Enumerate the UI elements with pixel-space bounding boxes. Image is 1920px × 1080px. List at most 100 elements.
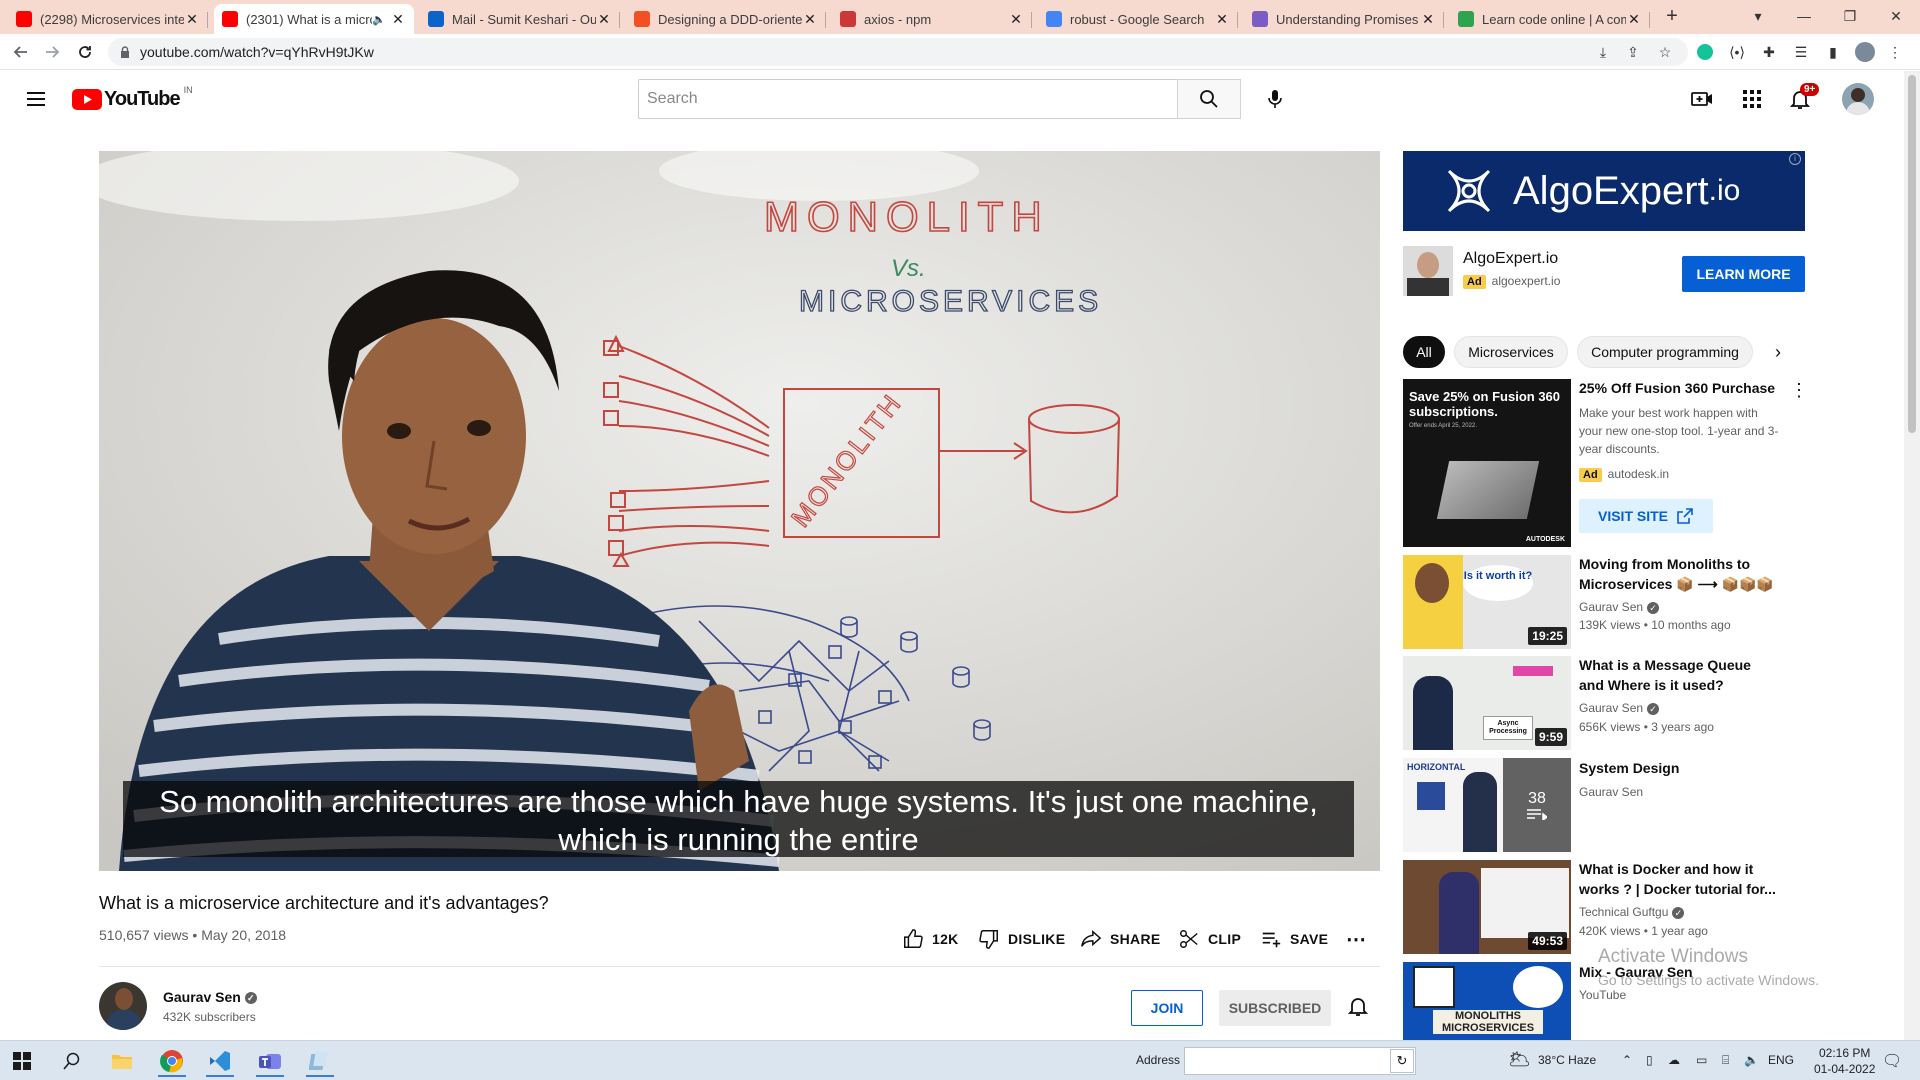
minimize-button[interactable]: —	[1781, 0, 1827, 32]
close-tab-icon[interactable]: ✕	[1626, 11, 1642, 28]
chip-microservices[interactable]: Microservices	[1454, 336, 1568, 368]
weather-icon[interactable]: 🌥	[1508, 1049, 1531, 1070]
page-scrollbar-thumb[interactable]	[1908, 75, 1916, 433]
video-channel[interactable]: Technical Guftgu ✓	[1579, 905, 1685, 919]
weather-text[interactable]: 38°C Haze	[1538, 1053, 1596, 1067]
voice-search-button[interactable]	[1257, 81, 1293, 117]
video-channel[interactable]: Gaurav Sen	[1579, 785, 1643, 799]
video-thumbnail[interactable]: Async Processing 9:59	[1403, 656, 1571, 750]
more-actions-icon[interactable]: ⋯	[1346, 926, 1366, 952]
video-title-link[interactable]: What is Docker and how it works ? | Dock…	[1579, 859, 1779, 899]
join-button[interactable]: JOIN	[1131, 990, 1203, 1026]
url-bar[interactable]: youtube.com/watch?v=qYhRvH9tJKw	[108, 38, 1688, 66]
tray-overflow-chevron-icon[interactable]: ⌃	[1622, 1053, 1632, 1067]
browser-tab[interactable]: robust - Google Search ✕	[1038, 4, 1238, 34]
video-channel[interactable]: YouTube	[1579, 988, 1626, 1002]
address-go-icon[interactable]: ↻	[1390, 1049, 1414, 1073]
volume-icon[interactable]: 🔈	[1744, 1053, 1759, 1067]
new-tab-button[interactable]: +	[1656, 0, 1688, 32]
browser-tab[interactable]: axios - npm ✕	[832, 4, 1032, 34]
video-thumbnail[interactable]: Is it worth it? 19:25	[1403, 555, 1571, 649]
learn-more-button[interactable]: LEARN MORE	[1682, 256, 1805, 292]
tray-device-icon[interactable]: ▯	[1646, 1053, 1653, 1067]
close-tab-icon[interactable]: ✕	[184, 11, 200, 28]
channel-avatar[interactable]	[99, 982, 147, 1030]
account-avatar[interactable]	[1842, 83, 1874, 115]
windows-start-icon[interactable]	[2, 1045, 42, 1077]
create-video-icon[interactable]	[1690, 87, 1714, 116]
grammarly-extension-icon[interactable]	[1695, 42, 1715, 62]
browser-tab[interactable]: (2301) What is a micro 🔈 ✕	[214, 4, 414, 34]
browser-tab[interactable]: Learn code online | A com ✕	[1450, 4, 1650, 34]
share-button[interactable]: SHARE	[1080, 926, 1161, 952]
profile-avatar-icon[interactable]	[1855, 42, 1875, 62]
promo-title[interactable]: 25% Off Fusion 360 Purchase	[1579, 378, 1779, 398]
visit-site-button[interactable]: VISIT SITE	[1579, 499, 1713, 533]
chip-computer-programming[interactable]: Computer programming	[1577, 336, 1753, 368]
close-tab-icon[interactable]: ✕	[1008, 11, 1024, 28]
notification-bell-icon[interactable]	[1346, 994, 1370, 1023]
video-title-link[interactable]: System Design	[1579, 758, 1779, 778]
close-tab-icon[interactable]: ✕	[1214, 11, 1230, 28]
video-channel[interactable]: Gaurav Sen ✓	[1579, 600, 1660, 614]
browser-tab[interactable]: (2298) Microservices interv ✕	[8, 4, 208, 34]
video-channel-name[interactable]: Technical Guftgu	[1579, 905, 1668, 919]
language-indicator[interactable]: ENG	[1768, 1053, 1794, 1067]
video-channel[interactable]: Gaurav Sen ✓	[1579, 701, 1660, 715]
video-title-link[interactable]: What is a Message Queue and Where is it …	[1579, 655, 1779, 695]
tab-audio-icon[interactable]: 🔈	[372, 13, 386, 26]
like-button[interactable]: 12K	[902, 926, 959, 952]
chip-all[interactable]: All	[1403, 336, 1445, 368]
hamburger-menu-icon[interactable]	[24, 87, 48, 111]
chips-next-chevron-icon[interactable]: ›	[1775, 342, 1781, 363]
close-tab-icon[interactable]: ✕	[802, 11, 818, 28]
dislike-button[interactable]: DISLIKE	[978, 926, 1065, 952]
forward-arrow-icon[interactable]	[40, 40, 64, 64]
notification-center-icon[interactable]: 🗨	[1882, 1051, 1902, 1071]
install-app-icon[interactable]: ⤓	[1593, 42, 1613, 62]
reading-list-icon[interactable]: ☰	[1791, 42, 1811, 62]
promo-more-icon[interactable]: ⋮	[1790, 380, 1808, 401]
channel-name-text[interactable]: Gaurav Sen	[163, 989, 241, 1005]
playlist-thumbnail[interactable]: HORIZONTAL 38	[1403, 758, 1571, 852]
network-icon[interactable]: ⌸	[1722, 1053, 1729, 1068]
save-button[interactable]: SAVE	[1260, 926, 1328, 952]
taskbar-search-icon[interactable]	[52, 1045, 92, 1077]
close-tab-icon[interactable]: ✕	[390, 11, 406, 28]
subscribed-button[interactable]: SUBSCRIBED	[1219, 990, 1331, 1026]
restore-button[interactable]: ❐	[1827, 0, 1873, 32]
youtube-logo[interactable]: YouTube IN	[72, 85, 193, 110]
bookmark-star-icon[interactable]: ☆	[1655, 42, 1675, 62]
advertiser-name[interactable]: AlgoExpert.io	[1463, 250, 1558, 268]
channel-name[interactable]: Gaurav Sen ✓	[163, 989, 257, 1005]
reload-icon[interactable]	[73, 40, 97, 64]
video-thumbnail[interactable]: 49:53	[1403, 860, 1571, 954]
app-taskbar-icon[interactable]	[300, 1045, 340, 1077]
close-window-button[interactable]: ✕	[1873, 0, 1919, 32]
lock-icon[interactable]	[120, 46, 130, 58]
video-channel-name[interactable]: Gaurav Sen	[1579, 701, 1643, 715]
search-input[interactable]: Search	[638, 79, 1178, 119]
battery-icon[interactable]: ▭	[1696, 1053, 1707, 1067]
close-tab-icon[interactable]: ✕	[1420, 11, 1436, 28]
browser-tab[interactable]: Designing a DDD-oriented ✕	[626, 4, 826, 34]
apps-grid-icon[interactable]	[1740, 87, 1764, 116]
tab-search-icon[interactable]: ▾	[1735, 0, 1781, 32]
extension-icon[interactable]: ⟨•⟩	[1727, 42, 1747, 62]
close-tab-icon[interactable]: ✕	[596, 11, 612, 28]
onedrive-cloud-icon[interactable]: ☁	[1668, 1053, 1680, 1067]
notifications-bell-icon[interactable]: 9+	[1788, 83, 1820, 116]
clock[interactable]: 02:16 PM 01-04-2022	[1814, 1045, 1875, 1077]
mix-thumbnail[interactable]: MONOLITHS MICROSERVICES	[1403, 962, 1571, 1040]
advertiser-avatar[interactable]	[1403, 246, 1453, 296]
share-page-icon[interactable]: ⇪	[1623, 42, 1643, 62]
chrome-menu-icon[interactable]: ⋮	[1885, 42, 1905, 62]
video-title-link[interactable]: Moving from Monoliths to Microservices 📦…	[1579, 554, 1779, 594]
address-toolbar-input[interactable]: ▼	[1184, 1047, 1416, 1075]
back-arrow-icon[interactable]	[9, 40, 33, 64]
chrome-taskbar-icon[interactable]	[152, 1045, 192, 1077]
vscode-taskbar-icon[interactable]	[200, 1045, 240, 1077]
search-button[interactable]	[1177, 79, 1241, 119]
video-channel-name[interactable]: Gaurav Sen	[1579, 600, 1643, 614]
browser-tab[interactable]: Mail - Sumit Keshari - Out ✕	[420, 4, 620, 34]
